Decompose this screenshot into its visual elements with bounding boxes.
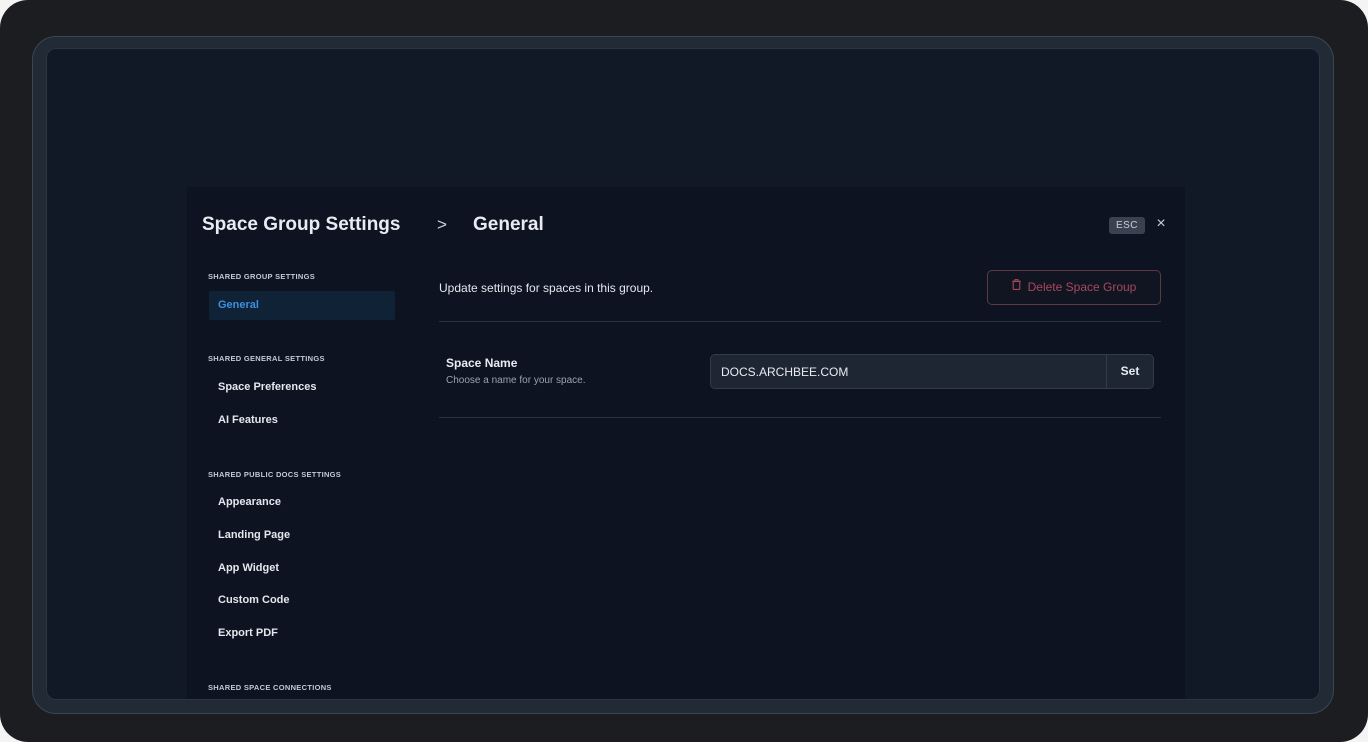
space-name-input[interactable] xyxy=(710,354,1106,389)
modal-title: Space Group Settings xyxy=(202,214,401,235)
sidebar-item-export-pdf[interactable]: Export PDF xyxy=(209,619,395,648)
sidebar-item-landing-page[interactable]: Landing Page xyxy=(209,521,395,550)
sidebar-item-appearance[interactable]: Appearance xyxy=(209,488,395,517)
trash-icon xyxy=(1011,270,1021,303)
space-name-label: Space Name xyxy=(446,356,518,370)
delete-space-group-button[interactable]: Delete Space Group xyxy=(987,270,1161,305)
sidebar-item-space-preferences[interactable]: Space Preferences xyxy=(209,373,395,402)
device-frame: Space Group Settings > General ESC × SHA… xyxy=(0,0,1368,742)
space-name-help: Choose a name for your space. xyxy=(446,375,586,386)
sidebar-item-general[interactable]: General xyxy=(209,291,395,320)
sidebar-heading-public-docs-settings: SHARED PUBLIC DOCS SETTINGS xyxy=(208,470,342,479)
sidebar-heading-group-settings: SHARED GROUP SETTINGS xyxy=(208,272,316,281)
set-space-name-button[interactable]: Set xyxy=(1106,354,1154,389)
breadcrumb-chevron-icon: > xyxy=(437,215,447,234)
close-icon[interactable]: × xyxy=(1153,215,1169,233)
settings-modal: Space Group Settings > General ESC × SHA… xyxy=(187,187,1185,699)
settings-main-panel: Update settings for spaces in this group… xyxy=(439,263,1161,699)
sidebar-heading-space-connections: SHARED SPACE CONNECTIONS xyxy=(208,683,332,692)
sidebar-item-custom-code[interactable]: Custom Code xyxy=(209,586,395,615)
field-divider xyxy=(439,417,1161,418)
settings-description: Update settings for spaces in this group… xyxy=(439,281,654,295)
delete-space-group-label: Delete Space Group xyxy=(1027,280,1137,294)
modal-header: Space Group Settings > General ESC × xyxy=(187,187,1185,263)
app-screen: Space Group Settings > General ESC × SHA… xyxy=(46,48,1320,700)
breadcrumb-current-section: General xyxy=(473,214,544,235)
sidebar-item-ai-features[interactable]: AI Features xyxy=(209,406,395,435)
sidebar-item-app-widget[interactable]: App Widget xyxy=(209,554,395,583)
esc-key-badge: ESC xyxy=(1109,217,1145,234)
sidebar-heading-general-settings: SHARED GENERAL SETTINGS xyxy=(208,354,325,363)
section-divider xyxy=(439,321,1161,322)
settings-sidebar: SHARED GROUP SETTINGS General SHARED GEN… xyxy=(187,263,417,699)
